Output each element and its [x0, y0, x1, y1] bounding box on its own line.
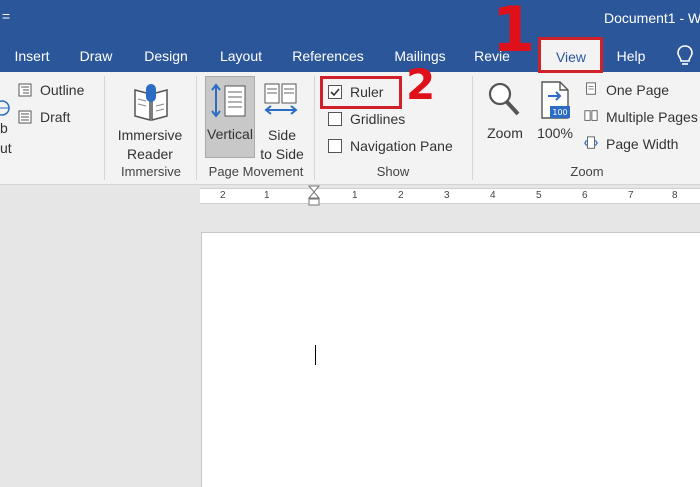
web-layout-globe-icon[interactable] [0, 98, 10, 118]
zoom-group-label: Zoom [570, 164, 604, 179]
page-width-button[interactable]: Page Width [584, 134, 694, 154]
document-page[interactable] [201, 232, 700, 487]
outline-icon [18, 83, 32, 97]
annotation-box-view-tab [538, 37, 603, 73]
outline-button[interactable]: Outline [18, 80, 92, 100]
page-width-label: Page Width [606, 136, 679, 152]
web-layout-label-part1: b [0, 120, 8, 136]
page-movement-group-label: Page Movement [208, 164, 304, 179]
immersive-reader-label-line1: Immersive [117, 127, 183, 143]
lightbulb-icon[interactable] [676, 44, 694, 68]
title-bar: = Document1 - W [0, 0, 700, 38]
vertical-pages-icon [211, 83, 246, 118]
side-to-side-button[interactable]: Side to Side [257, 78, 307, 162]
ruler-number: 7 [628, 190, 634, 201]
show-group-label: Show [376, 164, 410, 179]
web-layout-label-part2: ut [0, 140, 12, 156]
multiple-pages-label: Multiple Pages [606, 109, 698, 125]
ruler-number: 2 [398, 190, 404, 201]
outline-label: Outline [40, 82, 85, 98]
page-width-icon [584, 136, 598, 149]
tab-insert[interactable]: Insert [2, 38, 62, 72]
ruler-number: 1 [352, 190, 358, 201]
navigation-pane-checkbox[interactable]: Navigation Pane [328, 136, 458, 156]
ruler-number: 6 [582, 190, 588, 201]
side-to-side-label-line1: Side [267, 127, 297, 143]
document-title: Document1 - W [604, 10, 700, 26]
gridlines-checkbox-box[interactable] [328, 112, 342, 126]
navigation-pane-checkbox-box[interactable] [328, 139, 342, 153]
one-page-label: One Page [606, 82, 670, 98]
draft-button[interactable]: Draft [18, 107, 92, 127]
ribbon-view: b ut Outline Draft Immersive Reader Imme… [0, 60, 700, 185]
immersive-group-label: Immersive [121, 164, 181, 179]
one-page-button[interactable]: One Page [584, 80, 694, 100]
immersive-reader-icon [134, 84, 168, 121]
navigation-pane-label: Navigation Pane [350, 138, 453, 154]
side-to-side-label-line2: to Side [260, 146, 304, 162]
group-separator [196, 76, 197, 180]
zoom-100-label: 100% [537, 125, 573, 141]
zoom-100-page-icon: 100 [541, 81, 570, 119]
zoom-button[interactable]: Zoom [480, 78, 530, 150]
magnifier-icon [488, 82, 520, 116]
annotation-box-ruler [320, 76, 402, 109]
multiple-pages-icon [584, 110, 598, 121]
tab-layout[interactable]: Layout [210, 38, 272, 72]
horizontal-ruler-bar: 2 1 1 2 3 4 5 6 7 8 [0, 185, 700, 207]
ruler-number: 3 [444, 190, 450, 201]
ruler-number: 8 [672, 190, 678, 201]
vertical-button[interactable]: Vertical [205, 76, 255, 158]
zoom-100-badge: 100 [552, 108, 567, 117]
vertical-label: Vertical [207, 126, 253, 142]
annotation-step-1: 1 [492, 0, 536, 66]
tab-design[interactable]: Design [136, 38, 196, 72]
annotation-step-2: 2 [406, 60, 436, 109]
group-separator [314, 76, 315, 180]
side-to-side-icon [264, 83, 298, 115]
ruler-number: 2 [220, 190, 226, 201]
text-cursor [315, 345, 316, 365]
multiple-pages-button[interactable]: Multiple Pages [584, 107, 700, 127]
group-separator [104, 76, 105, 180]
gridlines-label: Gridlines [350, 111, 406, 127]
immersive-reader-button[interactable]: Immersive Reader [112, 78, 188, 162]
quick-access-customize-icon[interactable]: = [2, 8, 10, 24]
tab-references[interactable]: References [286, 38, 370, 72]
gridlines-checkbox[interactable]: Gridlines [328, 109, 418, 129]
horizontal-ruler[interactable]: 2 1 1 2 3 4 5 6 7 8 [200, 185, 700, 207]
zoom-label: Zoom [487, 125, 523, 141]
indent-marker-icon[interactable] [308, 185, 320, 207]
ruler-number: 4 [490, 190, 496, 201]
zoom-100-button[interactable]: 100 100% [532, 78, 578, 150]
ruler-number: 1 [264, 190, 270, 201]
ruler-number: 5 [536, 190, 542, 201]
tab-draw[interactable]: Draw [70, 38, 122, 72]
draft-label: Draft [40, 109, 71, 125]
one-page-icon [586, 82, 596, 95]
tab-help[interactable]: Help [608, 38, 654, 72]
group-separator [472, 76, 473, 180]
draft-icon [18, 110, 32, 124]
immersive-reader-label-line2: Reader [127, 146, 173, 162]
